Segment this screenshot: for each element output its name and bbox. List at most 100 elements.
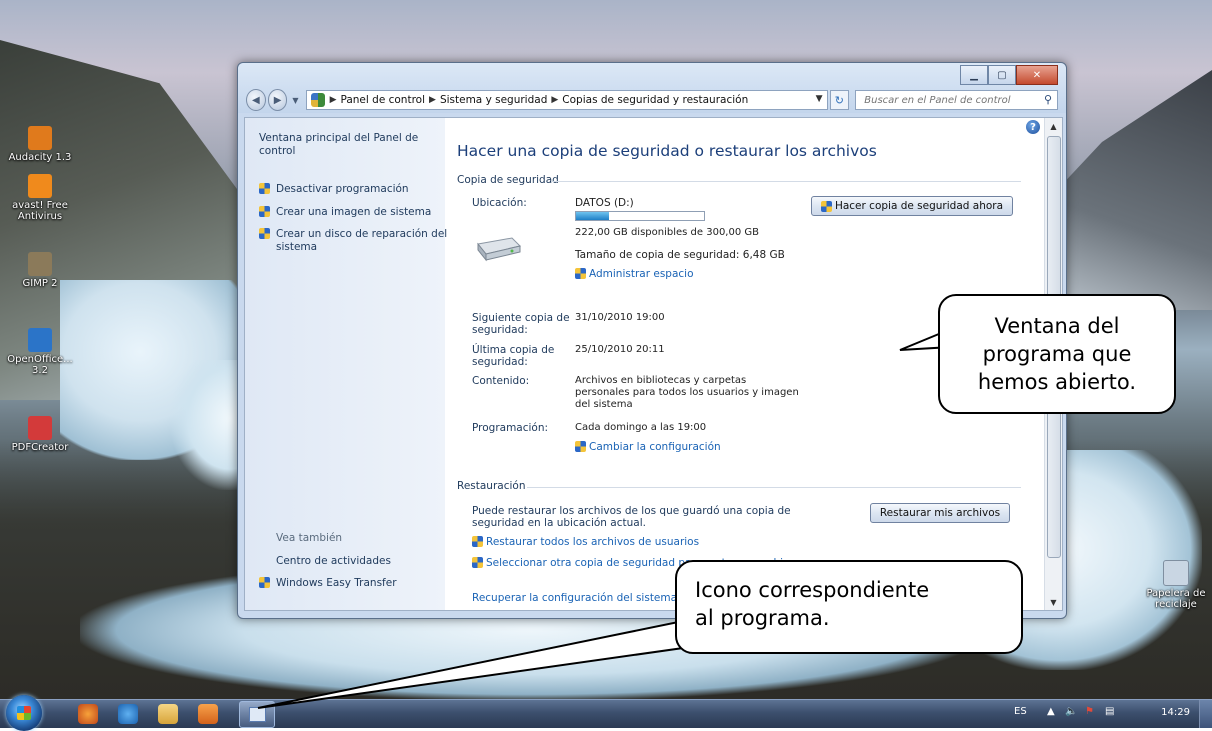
help-icon[interactable]: ? xyxy=(1026,120,1040,134)
pdfcreator-icon xyxy=(28,416,52,440)
see-also-title: Vea también xyxy=(276,532,343,544)
see-also-easy-transfer[interactable]: Windows Easy Transfer xyxy=(259,577,397,590)
show-desktop-button[interactable] xyxy=(1199,700,1212,728)
backup-now-button[interactable]: Hacer copia de seguridad ahora xyxy=(811,196,1013,216)
desktop-icon-label: OpenOffice... 3.2 xyxy=(7,354,73,376)
desktop-icon-openoffice[interactable]: OpenOffice... 3.2 xyxy=(0,328,80,376)
restore-all-users-link[interactable]: Restaurar todos los archivos de usuarios xyxy=(472,536,699,548)
breadcrumb-separator-icon: ▶ xyxy=(429,95,436,105)
search-icon[interactable]: ⚲ xyxy=(1044,93,1052,106)
uac-shield-icon xyxy=(259,206,270,217)
desktop-icon-label: Audacity 1.3 xyxy=(8,152,72,163)
action-center-flag-icon[interactable]: ⚑ xyxy=(1085,706,1094,717)
backup-window-icon xyxy=(249,707,266,722)
uac-shield-icon xyxy=(259,183,270,194)
task-crear-disco[interactable]: Crear un disco de reparación del sistema xyxy=(259,228,454,254)
file-explorer-icon[interactable] xyxy=(158,704,178,724)
system-tray: ES ▲ 🔈 ⚑ ▤ 14:29 xyxy=(1002,700,1212,728)
close-button[interactable]: ✕ xyxy=(1016,65,1058,85)
scroll-up-icon[interactable]: ▲ xyxy=(1045,118,1062,134)
breadcrumb-separator-icon: ▶ xyxy=(551,95,559,105)
free-space-text: 222,00 GB disponibles de 300,00 GB xyxy=(575,227,759,238)
callout-window-text: Ventana del programa que hemos abierto. xyxy=(977,314,1137,394)
disk-usage-fill xyxy=(576,212,610,220)
home-link[interactable]: Ventana principal del Panel de control xyxy=(259,132,434,158)
backup-section-header: Copia de seguridad xyxy=(457,174,559,186)
change-settings-link[interactable]: Cambiar la configuración xyxy=(575,441,721,453)
uac-shield-icon xyxy=(259,577,270,588)
back-button[interactable]: ◀ xyxy=(246,89,266,111)
recycle-bin-icon xyxy=(1163,560,1189,586)
window-frame: ▁ ▢ ✕ ◀ ▶ ▼ ▶ Panel de control ▶ Sistema… xyxy=(238,63,1066,113)
clock[interactable]: 14:29 xyxy=(1161,707,1190,718)
desktop-icon-gimp[interactable]: GIMP 2 xyxy=(0,252,80,289)
desktop-icon-pdfcreator[interactable]: PDFCreator xyxy=(0,416,80,453)
search-input[interactable] xyxy=(862,93,1047,107)
volume-icon[interactable]: 🔈 xyxy=(1065,706,1077,717)
desktop-icon-label: PDFCreator xyxy=(11,442,69,453)
see-also-label: Windows Easy Transfer xyxy=(276,577,397,589)
task-desactivar-programacion[interactable]: Desactivar programación xyxy=(259,183,409,196)
location-label: Ubicación: xyxy=(472,197,527,209)
avast-icon xyxy=(28,174,52,198)
page-title: Hacer una copia de seguridad o restaurar… xyxy=(457,142,877,160)
refresh-icon: ↻ xyxy=(834,93,845,107)
schedule-value: Cada domingo a las 19:00 xyxy=(575,422,707,433)
see-also-centro-actividades[interactable]: Centro de actividades xyxy=(276,555,391,568)
navigation-bar: ◀ ▶ ▼ ▶ Panel de control ▶ Sistema y seg… xyxy=(246,89,1058,111)
section-divider xyxy=(527,487,1021,488)
uac-shield-icon xyxy=(575,268,586,279)
uac-shield-icon xyxy=(472,557,483,568)
callout-window-note: Ventana del programa que hemos abierto. xyxy=(938,294,1176,414)
language-indicator[interactable]: ES xyxy=(1014,706,1027,717)
show-hidden-icons-icon[interactable]: ▲ xyxy=(1047,706,1055,717)
desktop-icon-audacity[interactable]: Audacity 1.3 xyxy=(0,126,80,163)
address-dropdown-icon[interactable]: ▼ xyxy=(816,94,823,104)
restore-all-users-label: Restaurar todos los archivos de usuarios xyxy=(486,536,700,548)
start-button[interactable] xyxy=(6,695,42,731)
contents-label: Contenido: xyxy=(472,375,530,387)
last-backup-label: Última copia de seguridad: xyxy=(472,344,555,368)
schedule-label: Programación: xyxy=(472,422,549,434)
gimp-icon xyxy=(28,252,52,276)
uac-shield-icon xyxy=(472,536,483,547)
desktop-icon-label: avast! Free Antivirus xyxy=(12,200,68,222)
left-pane: Ventana principal del Panel de control D… xyxy=(245,118,447,610)
restore-text: Puede restaurar los archivos de los que … xyxy=(472,505,791,529)
minimize-button[interactable]: ▁ xyxy=(960,65,988,85)
internet-explorer-icon[interactable] xyxy=(118,704,138,724)
firefox-icon[interactable] xyxy=(78,704,98,724)
desktop-icon-avast[interactable]: avast! Free Antivirus xyxy=(0,174,80,222)
hard-drive-icon xyxy=(472,236,524,262)
desktop-icon-label: Papelera de reciclaje xyxy=(1146,588,1206,610)
breadcrumb-panel-de-control[interactable]: Panel de control xyxy=(340,94,425,106)
manage-space-label: Administrar espacio xyxy=(589,268,694,280)
breadcrumb-copias-de-seguridad[interactable]: Copias de seguridad y restauración xyxy=(562,94,748,106)
callout-icon-text: Icono correspondiente al programa. xyxy=(695,578,930,630)
close-icon: ✕ xyxy=(1032,69,1042,81)
callout-icon-note: Icono correspondiente al programa. xyxy=(675,560,1023,654)
task-crear-imagen[interactable]: Crear una imagen de sistema xyxy=(259,206,431,219)
network-icon[interactable]: ▤ xyxy=(1105,706,1114,717)
audacity-icon xyxy=(28,126,52,150)
taskbar-backup-window-button[interactable] xyxy=(239,701,275,728)
back-arrow-icon: ◀ xyxy=(252,94,260,106)
restore-section-header: Restauración xyxy=(457,480,525,492)
restore-my-files-button[interactable]: Restaurar mis archivos xyxy=(870,503,1010,523)
breadcrumb-sistema-y-seguridad[interactable]: Sistema y seguridad xyxy=(440,94,547,106)
openoffice-icon xyxy=(28,328,52,352)
caption-buttons: ▁ ▢ ✕ xyxy=(960,65,1058,85)
refresh-button[interactable]: ↻ xyxy=(829,90,850,110)
media-player-icon[interactable] xyxy=(198,704,218,724)
scroll-down-icon[interactable]: ▼ xyxy=(1045,594,1062,610)
manage-space-link[interactable]: Administrar espacio xyxy=(575,268,694,280)
maximize-button[interactable]: ▢ xyxy=(988,65,1016,85)
next-backup-label: Siguiente copia de seguridad: xyxy=(472,312,570,336)
forward-button[interactable]: ▶ xyxy=(267,89,288,111)
recent-pages-icon[interactable]: ▼ xyxy=(292,96,298,105)
desktop-icon-recycle-bin[interactable]: Papelera de reciclaje xyxy=(1140,560,1212,610)
minimize-icon: ▁ xyxy=(970,69,978,81)
task-label: Crear un disco de reparación del sistema xyxy=(276,228,448,253)
address-bar[interactable]: ▶ Panel de control ▶ Sistema y seguridad… xyxy=(305,90,828,110)
search-box[interactable]: ⚲ xyxy=(855,90,1058,110)
